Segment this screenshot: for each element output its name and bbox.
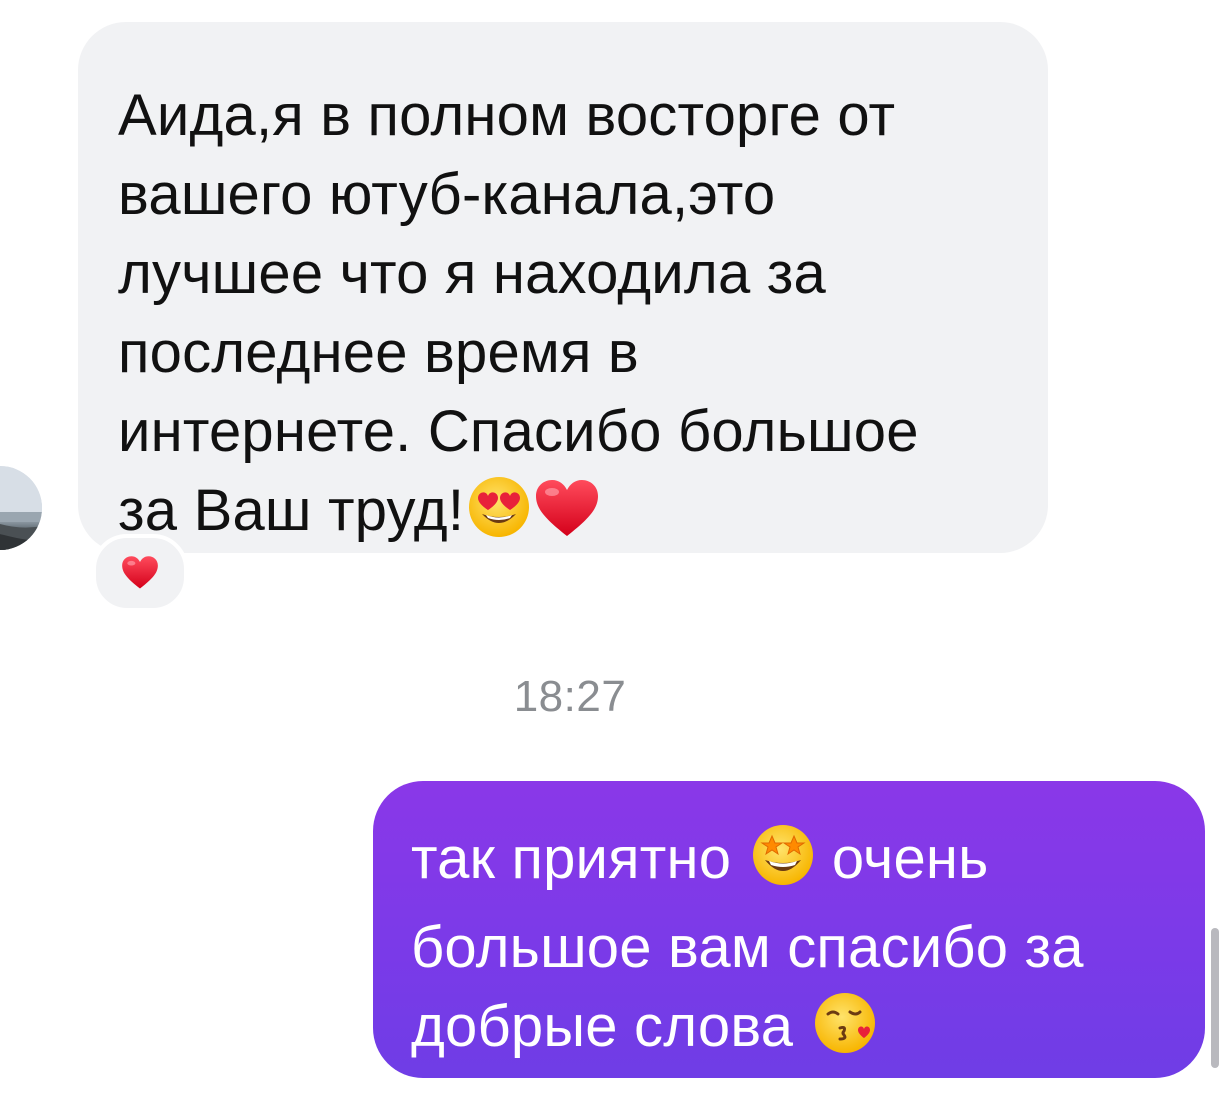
outgoing-message-bubble[interactable]: так приятно очень большое вам спасибо за…: [373, 781, 1205, 1078]
incoming-line-2: вашего ютуб-канала,это: [118, 162, 776, 227]
outgoing-line-1a: так приятно: [411, 826, 732, 891]
scrollbar-thumb[interactable]: [1211, 928, 1219, 1068]
outgoing-line-3: добрые слова: [411, 994, 794, 1059]
face-blowing-kiss-emoji: [812, 990, 878, 1076]
heart-eyes-emoji: [466, 474, 532, 560]
red-heart-emoji: [122, 556, 158, 589]
incoming-line-4: последнее время в: [118, 320, 639, 385]
red-heart-emoji: [534, 478, 600, 560]
outgoing-message-text: так приятно очень большое вам спасибо за…: [411, 819, 1165, 1076]
heart-reaction-badge[interactable]: [92, 534, 188, 612]
outgoing-line-1b: очень: [831, 826, 989, 891]
incoming-message-text: Аида,я в полном восторге от вашего ютуб-…: [118, 76, 1008, 560]
avatar-photo: [0, 466, 42, 550]
incoming-line-3: лучшее что я находила за: [118, 241, 826, 306]
star-struck-emoji: [750, 822, 816, 908]
contact-avatar[interactable]: [0, 466, 42, 550]
incoming-line-1: Аида,я в полном восторге от: [118, 83, 896, 148]
incoming-line-6: за Ваш труд!: [118, 478, 465, 543]
incoming-line-5: интернете. Спасибо большое: [118, 399, 919, 464]
chat-thread: Аида,я в полном восторге от вашего ютуб-…: [0, 0, 1229, 1096]
incoming-message-bubble[interactable]: Аида,я в полном восторге от вашего ютуб-…: [78, 22, 1048, 553]
message-timestamp: 18:27: [513, 672, 627, 721]
outgoing-line-2: большое вам спасибо за: [411, 915, 1084, 980]
